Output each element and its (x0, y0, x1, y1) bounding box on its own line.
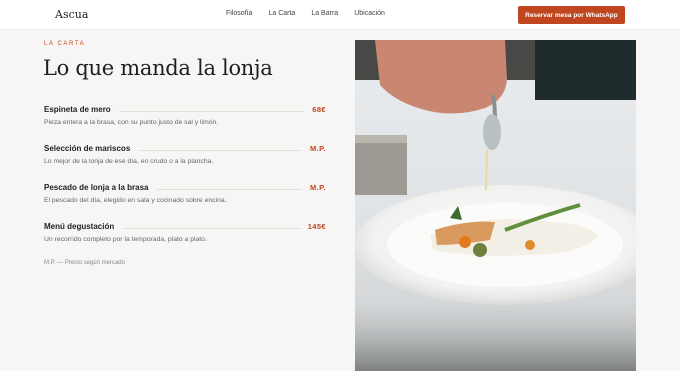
nav-link-filosofia[interactable]: Filosofía (226, 10, 252, 17)
menu-item-leader (122, 227, 300, 229)
menu-item-price: M.P. (309, 143, 326, 153)
brand-logo[interactable]: Ascua (55, 8, 88, 21)
menu-item-leader (118, 110, 305, 112)
nav-links: Filosofía La Carta La Barra Ubicación (226, 10, 401, 17)
menu-list: Espineta de mero 68€ Pieza entera a la b… (44, 103, 326, 259)
menu-item-description: Un recorrido completo por la temporada, … (44, 236, 207, 243)
top-navigation: Ascua Filosofía La Carta La Barra Ubicac… (0, 0, 680, 30)
menu-item-price: 145€ (307, 221, 326, 231)
menu-item-name: Espineta de mero (44, 104, 111, 114)
menu-item-description: El pescado del día, elegido en sala y co… (44, 197, 227, 204)
price-footnote: M.P. — Precio según mercado (44, 260, 125, 266)
menu-item-name: Selección de mariscos (44, 143, 131, 153)
section-eyebrow: LA CARTA (44, 41, 86, 47)
menu-item-name: Menú degustación (44, 221, 115, 231)
menu-item-price: M.P. (309, 182, 326, 192)
dish-photo-illustration (355, 40, 636, 371)
menu-item: Selección de mariscos M.P. Lo mejor de l… (44, 142, 326, 181)
menu-item-description: Lo mejor de la lonja de ese día, en crud… (44, 158, 214, 165)
nav-link-la-barra[interactable]: La Barra (311, 10, 338, 17)
menu-item-leader (156, 188, 302, 190)
menu-item: Menú degustación 145€ Un recorrido compl… (44, 220, 326, 259)
menu-item-description: Pieza entera a la brasa, con su punto ju… (44, 119, 219, 126)
menu-item: Espineta de mero 68€ Pieza entera a la b… (44, 103, 326, 142)
menu-item-price: 68€ (312, 104, 326, 114)
menu-item-name: Pescado de lonja a la brasa (44, 182, 149, 192)
nav-link-la-carta[interactable]: La Carta (268, 10, 295, 17)
menu-item-leader (138, 149, 302, 151)
section-title: Lo que manda la lonja (43, 56, 273, 80)
nav-link-ubicacion[interactable]: Ubicación (354, 10, 385, 17)
menu-item: Pescado de lonja a la brasa M.P. El pesc… (44, 181, 326, 220)
dish-photo (355, 40, 636, 371)
reserve-whatsapp-button[interactable]: Reservar mesa por WhatsApp (518, 6, 625, 24)
